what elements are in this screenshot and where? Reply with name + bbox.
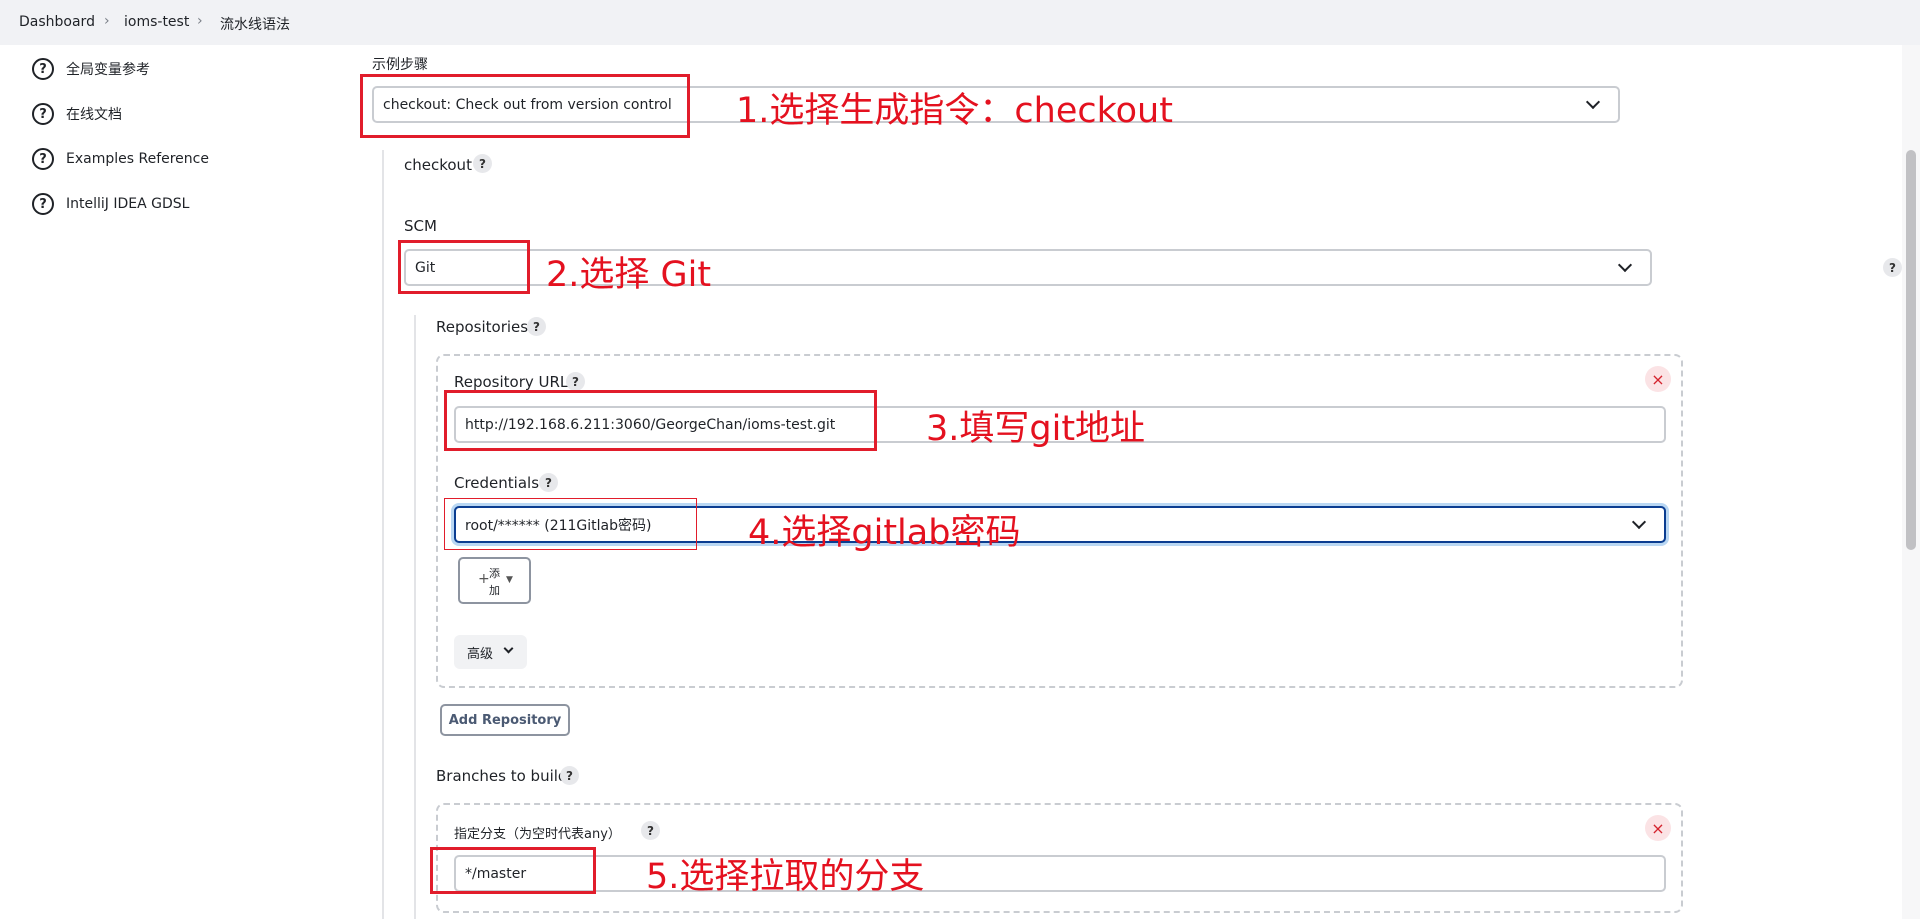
sidebar-item-label: 在线文档 xyxy=(66,107,122,123)
checkout-label: checkout xyxy=(404,156,472,174)
repositories-help-icon[interactable]: ? xyxy=(527,317,546,336)
branch-specifier-label: 指定分支（为空时代表any） xyxy=(454,827,621,842)
annotation-text-5: 5.选择拉取的分支 xyxy=(646,857,925,897)
scm-label: SCM xyxy=(404,217,437,235)
sidebar-item-intellij-gdsl[interactable]: ? IntelliJ IDEA GDSL xyxy=(32,192,189,216)
checkout-help-icon[interactable]: ? xyxy=(473,154,492,173)
branch-specifier-input[interactable]: */master xyxy=(454,855,1666,892)
add-label: 加 xyxy=(489,584,500,597)
scm-help-icon[interactable]: ? xyxy=(1883,258,1902,277)
plus-icon: + xyxy=(478,571,490,587)
annotation-box-2 xyxy=(398,240,530,294)
breadcrumb-job[interactable]: ioms-test xyxy=(124,14,189,30)
help-circle-icon: ? xyxy=(32,148,54,170)
credentials-help-icon[interactable]: ? xyxy=(539,473,558,492)
repositories-label: Repositories xyxy=(436,318,529,336)
help-circle-icon: ? xyxy=(32,103,54,125)
repository-url-label: Repository URL xyxy=(454,373,569,391)
annotation-box-1 xyxy=(360,74,690,138)
annotation-text-1: 1.选择生成指令：checkout xyxy=(736,91,1173,131)
chevron-down-icon xyxy=(1585,94,1601,110)
branches-label: Branches to build xyxy=(436,767,568,785)
add-label: 添 xyxy=(489,567,500,580)
section-indent-line xyxy=(382,150,384,919)
remove-repository-button[interactable]: × xyxy=(1645,366,1671,392)
branches-help-icon[interactable]: ? xyxy=(560,766,579,785)
sidebar-item-label: 全局变量参考 xyxy=(66,62,150,78)
repository-url-help-icon[interactable]: ? xyxy=(566,372,585,391)
breadcrumb-dashboard[interactable]: Dashboard xyxy=(19,14,95,30)
add-repository-button[interactable]: Add Repository xyxy=(440,704,570,736)
breadcrumb-separator-icon: › xyxy=(197,13,203,29)
sidebar-item-global-variables[interactable]: ? 全局变量参考 xyxy=(32,57,150,81)
add-credentials-button[interactable]: + 添 加 ▼ xyxy=(458,557,531,604)
chevron-down-icon xyxy=(1631,514,1647,530)
chevron-down-icon xyxy=(1617,257,1633,273)
sidebar-item-examples-reference[interactable]: ? Examples Reference xyxy=(32,147,209,171)
caret-down-icon: ▼ xyxy=(506,575,513,585)
annotation-text-4: 4.选择gitlab密码 xyxy=(748,513,1021,553)
remove-branch-button[interactable]: × xyxy=(1645,815,1671,841)
sidebar-item-label: IntelliJ IDEA GDSL xyxy=(66,196,190,212)
sidebar-item-online-docs[interactable]: ? 在线文档 xyxy=(32,102,122,126)
advanced-label: 高级 xyxy=(467,646,494,662)
annotation-box-5 xyxy=(430,847,596,894)
annotation-box-4 xyxy=(444,498,697,550)
annotation-box-3 xyxy=(444,390,877,451)
help-circle-icon: ? xyxy=(32,58,54,80)
scrollbar-thumb[interactable] xyxy=(1906,150,1916,550)
sample-step-label: 示例步骤 xyxy=(372,57,428,73)
advanced-button[interactable]: 高级 xyxy=(454,635,527,669)
credentials-label: Credentials xyxy=(454,474,540,492)
chevron-down-icon xyxy=(503,643,514,654)
breadcrumb-current: 流水线语法 xyxy=(220,17,290,33)
breadcrumb-separator-icon: › xyxy=(104,13,110,29)
breadcrumb: Dashboard › ioms-test › 流水线语法 xyxy=(0,0,1920,45)
annotation-text-2: 2.选择 Git xyxy=(546,255,712,295)
annotation-text-3: 3.填写git地址 xyxy=(926,409,1146,449)
sidebar-item-label: Examples Reference xyxy=(66,151,209,167)
branch-specifier-help-icon[interactable]: ? xyxy=(641,821,660,840)
section-indent-line xyxy=(414,315,416,919)
help-circle-icon: ? xyxy=(32,193,54,215)
